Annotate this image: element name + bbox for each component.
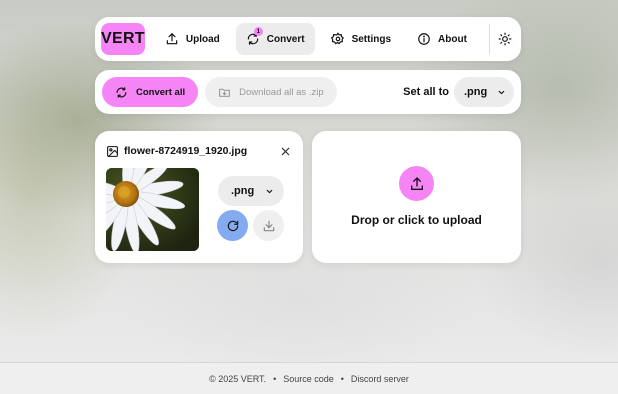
folder-download-icon — [219, 88, 231, 97]
footer-separator: • — [273, 373, 277, 384]
source-code-link[interactable]: Source code — [283, 374, 334, 384]
upload-icon — [410, 176, 423, 190]
set-all-format-value: .png — [464, 86, 488, 98]
theme-toggle-button[interactable] — [496, 23, 515, 55]
file-header: flower-8724919_1920.jpg — [106, 144, 292, 158]
nav-settings[interactable]: Settings — [321, 23, 401, 55]
chevron-down-icon — [498, 90, 505, 94]
chevron-down-icon — [266, 189, 273, 193]
convert-toolbar: Convert all Download all as .zip Set all… — [95, 70, 521, 114]
image-icon — [107, 145, 118, 157]
nav-about-label: About — [438, 33, 467, 45]
upload-prompt: Drop or click to upload — [351, 213, 482, 227]
file-name: flower-8724919_1920.jpg — [124, 145, 248, 157]
file-card: flower-8724919_1920.jpg .png — [95, 131, 303, 263]
nav-upload-label: Upload — [185, 33, 220, 45]
discord-server-link[interactable]: Discord server — [351, 374, 409, 384]
upload-icon — [166, 33, 178, 45]
sun-icon — [498, 32, 512, 46]
top-nav: VERT Upload 1 Convert Settings About — [95, 17, 521, 61]
gear-icon — [330, 32, 344, 45]
download-zip-label: Download all as .zip — [239, 86, 324, 98]
nav-divider — [488, 24, 490, 54]
convert-all-label: Convert all — [136, 86, 186, 98]
set-all-label: Set all to — [403, 86, 449, 98]
convert-count-badge: 1 — [253, 27, 263, 36]
upload-dropzone[interactable]: Drop or click to upload — [312, 131, 521, 263]
nav-convert[interactable]: 1 Convert — [235, 23, 315, 55]
footer-separator: • — [340, 373, 344, 384]
footer-copyright: © 2025 VERT. — [209, 373, 267, 384]
rotate-icon — [227, 220, 238, 231]
set-all-format-select[interactable]: .png — [454, 77, 514, 107]
convert-all-button[interactable]: Convert all — [102, 77, 199, 107]
file-format-value: .png — [231, 185, 255, 197]
refresh-icon — [116, 86, 127, 98]
nav-convert-label: Convert — [266, 33, 305, 45]
nav-settings-label: Settings — [351, 33, 392, 45]
daisy-image — [106, 168, 199, 251]
nav-about[interactable]: About — [407, 23, 477, 55]
download-zip-button[interactable]: Download all as .zip — [205, 77, 337, 107]
nav-upload[interactable]: Upload — [155, 23, 230, 55]
info-icon — [418, 33, 430, 45]
footer: © 2025 VERT. • Source code • Discord ser… — [0, 363, 618, 394]
file-format-select[interactable]: .png — [218, 176, 284, 206]
remove-file-button[interactable] — [278, 144, 292, 158]
convert-file-button[interactable] — [217, 210, 248, 241]
close-icon — [281, 147, 289, 155]
file-thumbnail — [106, 168, 199, 251]
upload-circle — [399, 166, 434, 201]
vert-logo[interactable]: VERT — [101, 23, 145, 55]
download-icon — [263, 220, 274, 231]
download-file-button[interactable] — [253, 210, 284, 241]
